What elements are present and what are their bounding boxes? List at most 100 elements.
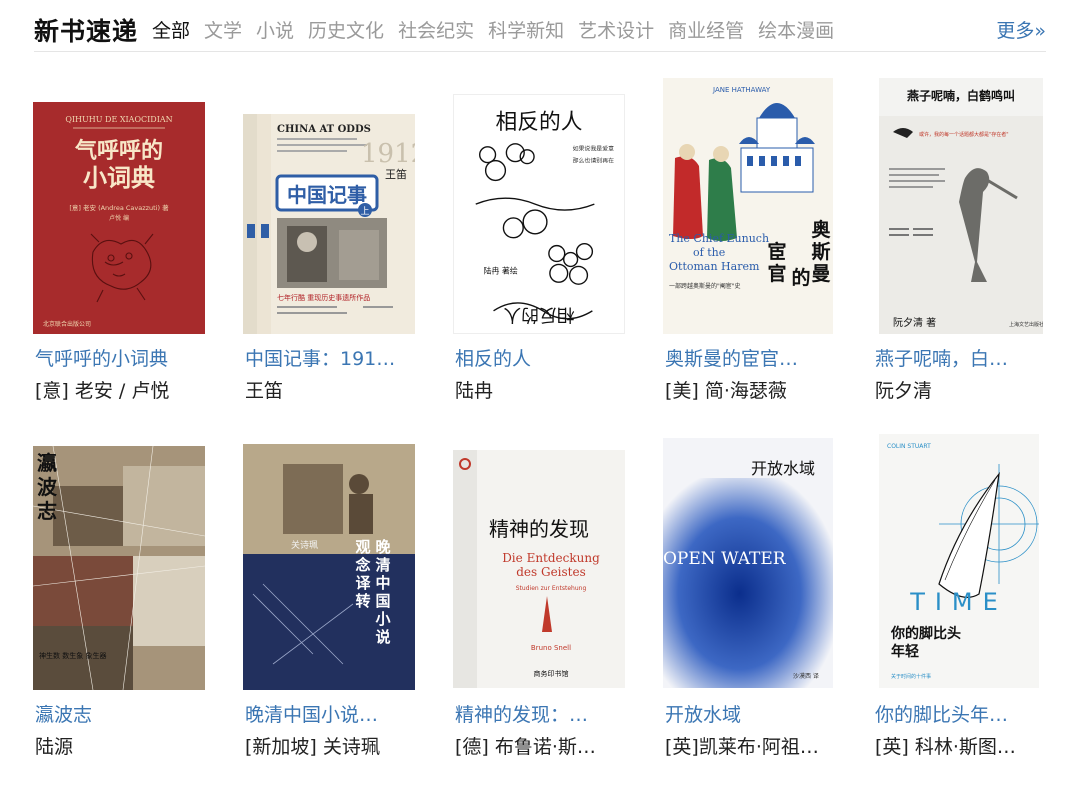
- book-cover[interactable]: 相反的人 如果说我是爱意 那么也请别再在 陆冉 著绘 相反的人: [453, 94, 625, 334]
- svg-text:Studien zur Entstehung: Studien zur Entstehung: [516, 585, 587, 592]
- book-title-link[interactable]: 晚清中国小说…: [245, 700, 378, 727]
- svg-text:of the: of the: [693, 246, 725, 259]
- svg-text:志: 志: [37, 499, 57, 523]
- svg-text:相反的人: 相反的人: [496, 110, 583, 135]
- svg-text:小: 小: [375, 610, 390, 628]
- svg-text:官: 官: [767, 262, 786, 285]
- book-cover[interactable]: CHINA AT ODDS 1912 中国记事 上 王笛 七年行酷 重现历史事遗…: [243, 114, 415, 334]
- tab-picture-books[interactable]: 绘本漫画: [758, 16, 834, 43]
- book-author: 王笛: [245, 380, 284, 402]
- book-author: [美] 简·海瑟薇: [665, 380, 787, 402]
- book-cover[interactable]: 燕子呢喃，白鹤鸣叫 或许，我的每一个话题都大都是"存在者" 阮夕清 著 上海文艺…: [879, 78, 1043, 334]
- book-author: 陆冉: [455, 380, 494, 402]
- book-cover[interactable]: 关诗珮 晚 清 中 国 小 说 观 念 译 转: [243, 444, 415, 690]
- tab-science[interactable]: 科学新知: [488, 16, 564, 43]
- svg-text:TIME: TIME: [909, 588, 1008, 616]
- book-title-link[interactable]: 瀛波志: [35, 700, 92, 727]
- svg-text:卢悦 编: 卢悦 编: [109, 214, 129, 222]
- svg-text:那么也请别再在: 那么也请别再在: [573, 157, 615, 165]
- svg-text:开放水域: 开放水域: [751, 459, 815, 478]
- book-title-link[interactable]: 精神的发现：…: [455, 700, 588, 727]
- svg-text:精神的发现: 精神的发现: [489, 517, 589, 541]
- book-cover[interactable]: COLIN STUART TIME 你的脚比头 年轻 关于时间的十件事: [879, 434, 1039, 688]
- svg-text:念: 念: [354, 556, 370, 574]
- svg-text:相反的人: 相反的人: [503, 304, 574, 325]
- svg-text:COLIN STUART: COLIN STUART: [887, 443, 931, 450]
- svg-text:转: 转: [355, 592, 370, 610]
- svg-text:上海文艺出版社: 上海文艺出版社: [1009, 321, 1043, 328]
- book-cover[interactable]: QIHUHU DE XIAOCIDIAN 气呼呼的 小词典 [意] 老安 (An…: [33, 102, 205, 334]
- tab-history-culture[interactable]: 历史文化: [308, 16, 384, 43]
- svg-text:商务印书馆: 商务印书馆: [534, 669, 569, 678]
- book-author: [英] 科林·斯图…: [875, 736, 1016, 758]
- more-link[interactable]: 更多»: [996, 16, 1046, 43]
- section-title: 新书速递: [34, 17, 139, 46]
- svg-text:1912: 1912: [361, 139, 415, 169]
- tab-all[interactable]: 全部: [152, 16, 190, 43]
- svg-text:北京联合出版公司: 北京联合出版公司: [43, 320, 91, 328]
- svg-text:Ottoman Harem: Ottoman Harem: [669, 260, 760, 273]
- svg-text:斯: 斯: [811, 240, 830, 263]
- svg-text:QIHUHU DE XIAOCIDIAN: QIHUHU DE XIAOCIDIAN: [65, 115, 172, 124]
- svg-text:一部跨越奥斯曼的"阉宦"史: 一部跨越奥斯曼的"阉宦"史: [669, 282, 741, 290]
- svg-text:如果说我是爱意: 如果说我是爱意: [573, 145, 615, 153]
- book-title-link[interactable]: 奥斯曼的宦官…: [665, 344, 798, 371]
- svg-text:宦: 宦: [767, 240, 786, 263]
- svg-text:瀛: 瀛: [37, 451, 57, 475]
- svg-text:Bruno Snell: Bruno Snell: [531, 644, 571, 652]
- svg-text:中国记事: 中国记事: [287, 183, 367, 207]
- svg-text:年轻: 年轻: [891, 643, 919, 660]
- svg-text:波: 波: [37, 475, 58, 499]
- svg-text:奥: 奥: [811, 218, 831, 241]
- svg-text:des Geistes: des Geistes: [516, 565, 586, 579]
- svg-text:说: 说: [375, 628, 390, 646]
- tab-literature[interactable]: 文学: [204, 16, 242, 43]
- book-cover[interactable]: 瀛 波 志 神生数 数生象 象生器: [33, 446, 205, 690]
- book-cover[interactable]: 精神的发现 Die Entdeckung des Geistes Studien…: [453, 450, 625, 688]
- svg-text:沙漠西 译: 沙漠西 译: [793, 672, 819, 680]
- svg-text:CHINA AT ODDS: CHINA AT ODDS: [277, 124, 371, 135]
- svg-text:国: 国: [375, 592, 390, 610]
- tab-art-design[interactable]: 艺术设计: [578, 16, 654, 43]
- book-author: [新加坡] 关诗珮: [245, 736, 380, 758]
- svg-text:Die Entdeckung: Die Entdeckung: [502, 551, 600, 565]
- svg-text:晚: 晚: [375, 538, 390, 556]
- book-title-link[interactable]: 你的脚比头年…: [875, 700, 1008, 727]
- svg-text:燕子呢喃，白鹤鸣叫: 燕子呢喃，白鹤鸣叫: [907, 88, 1015, 103]
- svg-text:的: 的: [791, 266, 810, 289]
- svg-text:译: 译: [355, 574, 371, 592]
- svg-text:关于时间的十件事: 关于时间的十件事: [891, 673, 931, 680]
- svg-text:小词典: 小词典: [83, 163, 155, 192]
- book-title-link[interactable]: 相反的人: [455, 344, 531, 371]
- svg-text:上: 上: [360, 206, 369, 217]
- svg-text:七年行酷 重现历史事遗所作品: 七年行酷 重现历史事遗所作品: [277, 293, 370, 302]
- book-author: 陆源: [35, 736, 74, 758]
- svg-text:陆冉 著绘: 陆冉 著绘: [484, 265, 518, 275]
- svg-text:王笛: 王笛: [385, 167, 407, 181]
- book-cover[interactable]: 开放水域 OPEN WATER 沙漠西 译: [663, 438, 833, 688]
- svg-text:[意] 老安 (Andrea Cavazzuti) 著: [意] 老安 (Andrea Cavazzuti) 著: [69, 203, 169, 212]
- svg-text:The Chief Eunuch: The Chief Eunuch: [669, 232, 769, 245]
- svg-text:曼: 曼: [811, 263, 830, 285]
- svg-text:你的脚比头: 你的脚比头: [890, 625, 961, 642]
- book-title-link[interactable]: 气呼呼的小词典: [35, 344, 168, 371]
- book-title-link[interactable]: 燕子呢喃，白…: [875, 344, 1008, 371]
- book-author: 阮夕清: [875, 380, 933, 402]
- tab-fiction[interactable]: 小说: [256, 16, 294, 43]
- book-author: [英]凯莱布·阿祖…: [665, 736, 819, 758]
- svg-text:清: 清: [375, 556, 390, 574]
- svg-text:气呼呼的: 气呼呼的: [74, 138, 163, 164]
- new-books-header: 新书速递 全部 文学 小说 历史文化 社会纪实 科学新知 艺术设计 商业经管 绘…: [34, 8, 1046, 52]
- book-title-link[interactable]: 中国记事：191…: [245, 344, 395, 371]
- tab-business[interactable]: 商业经管: [668, 16, 744, 43]
- svg-text:中: 中: [375, 574, 390, 592]
- book-cover[interactable]: JANE HATHAWAY The Chief Eunuch of the Ot…: [663, 78, 833, 334]
- svg-text:关诗珮: 关诗珮: [291, 539, 318, 551]
- category-tabs: 全部 文学 小说 历史文化 社会纪实 科学新知 艺术设计 商业经管 绘本漫画: [152, 16, 848, 43]
- svg-text:观: 观: [355, 538, 370, 556]
- tab-social-documentary[interactable]: 社会纪实: [398, 16, 474, 43]
- book-author: [德] 布鲁诺·斯…: [455, 736, 596, 758]
- book-title-link[interactable]: 开放水域: [665, 700, 741, 727]
- svg-text:或许，我的每一个话题都大都是"存在者": 或许，我的每一个话题都大都是"存在者": [919, 131, 1009, 138]
- svg-text:神生数 数生象 象生器: 神生数 数生象 象生器: [39, 651, 106, 660]
